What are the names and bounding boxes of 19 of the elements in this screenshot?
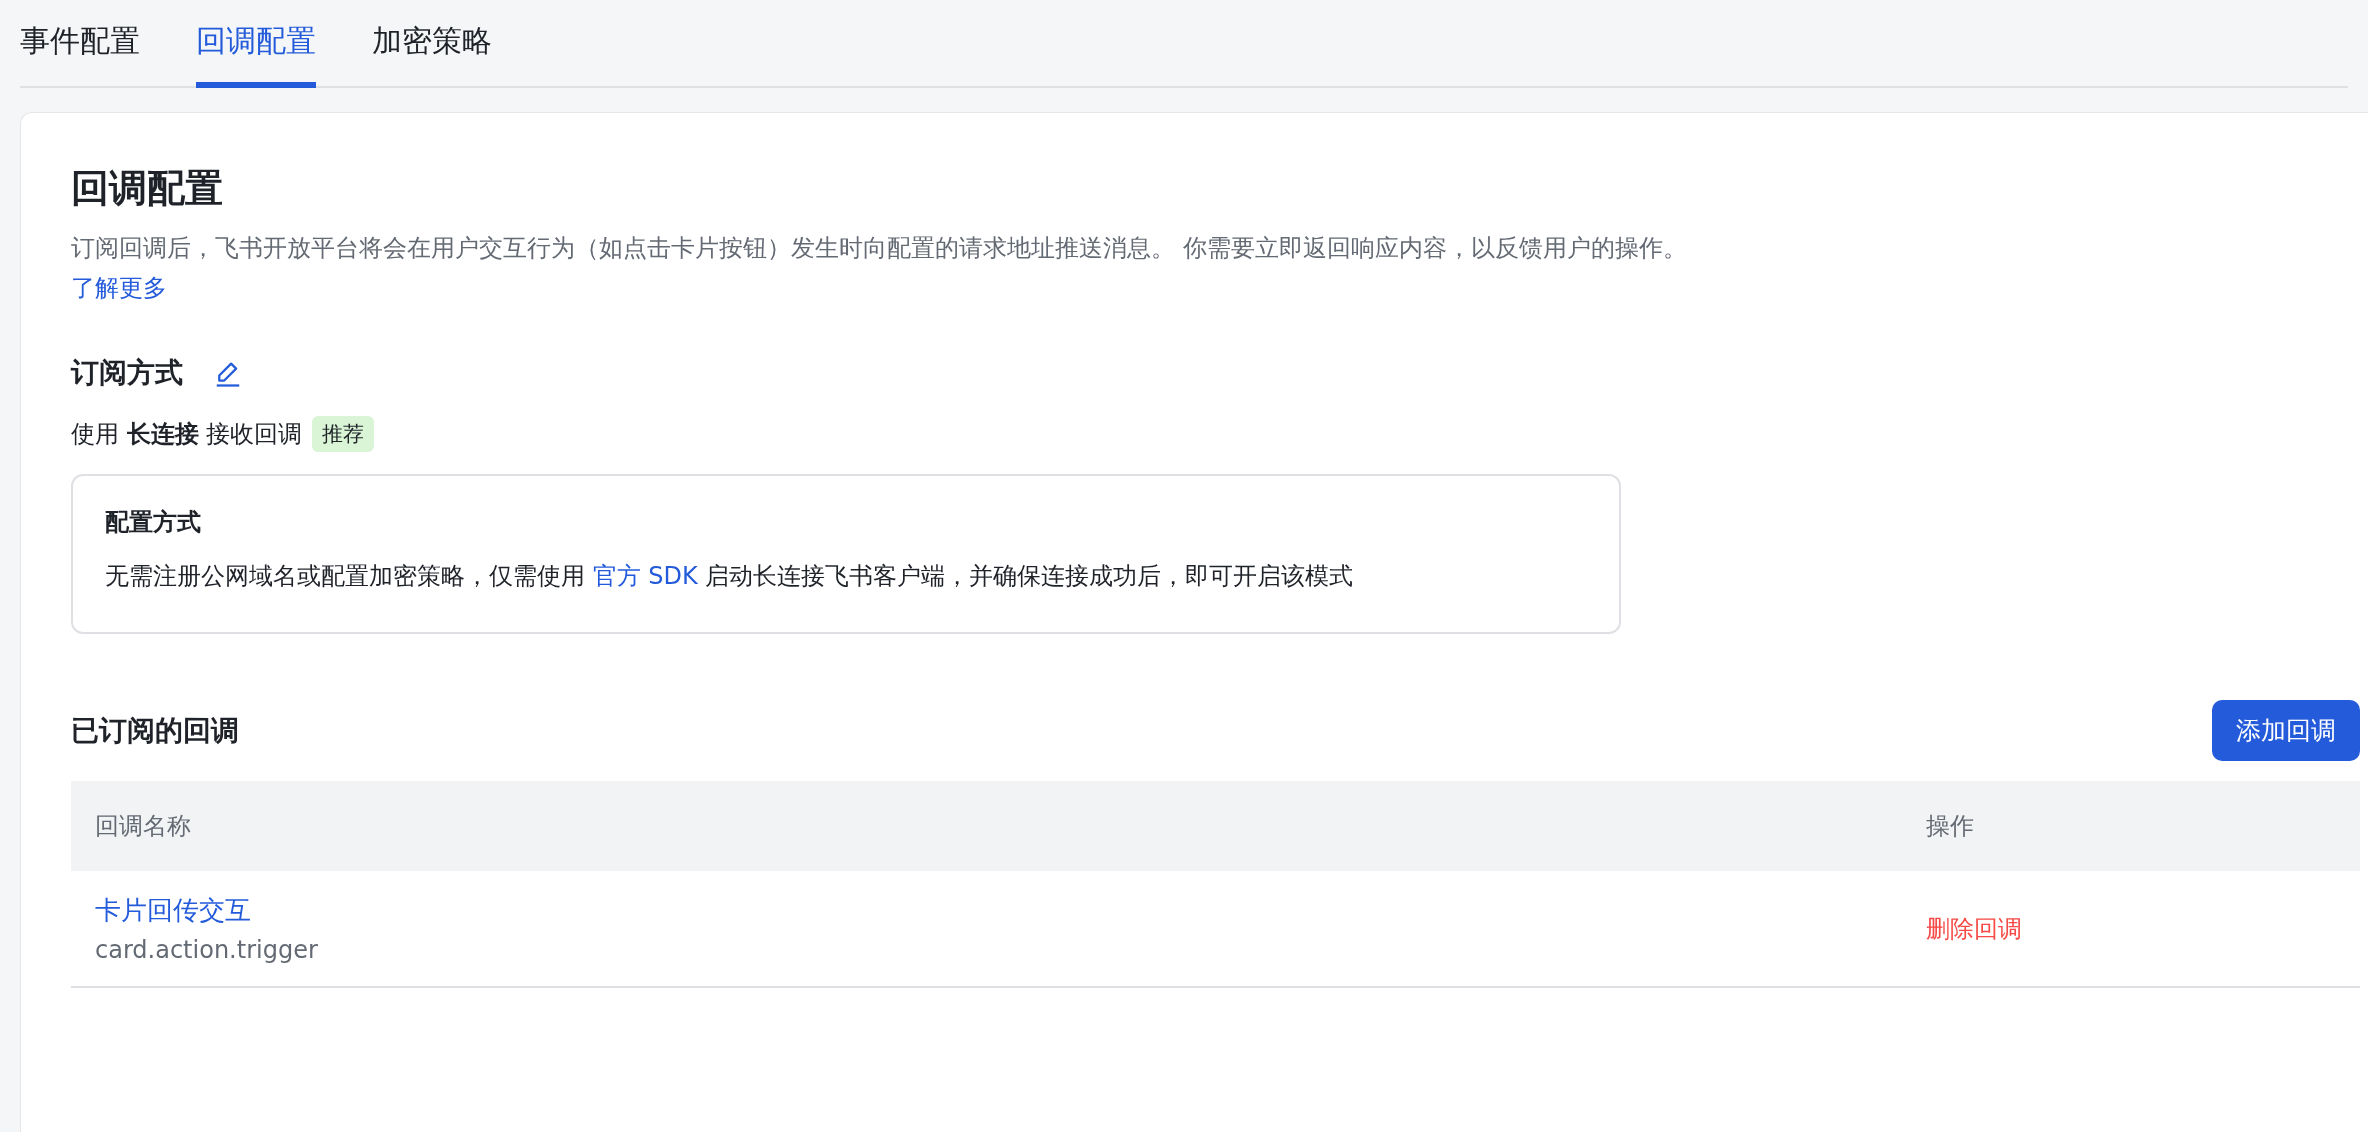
tab[interactable]: 加密策略 [372,0,492,88]
add-callback-button[interactable]: 添加回调 [2212,700,2360,761]
info-title: 配置方式 [105,507,202,538]
callback-name-link[interactable]: 卡片回传交互 [95,893,251,928]
sdk-link[interactable]: 官方 SDK [592,562,698,590]
section-heading: 订阅方式 [71,355,183,391]
section-heading: 已订阅的回调 [71,712,239,749]
tab[interactable]: 事件配置 [20,0,140,88]
event-key-text: card.action.trigger [95,936,319,964]
delete-link[interactable]: 删除回调 [1926,914,2022,943]
column-header: 回调名称 [71,781,1902,871]
description-text: 订阅回调后，飞书开放平台将会在用户交互行为（如点击卡片按钮）发生时向配置的请求地址推送消息。 你需要立即返回响应内容，以反馈用户的操作。 了解更多 [71,233,1688,304]
column-header: 操作 [1902,781,2360,871]
learn-more-link[interactable]: 了解更多 [71,274,167,302]
mode-text: 使用 长连接 接收回调 [71,419,303,450]
info-text: 无需注册公网域名或配置加密策略，仅需使用 官方 SDK 启动长连接飞书客户端，并确保连接成功后，即可开启该模式 [105,561,1355,592]
page-title: 回调配置 [71,165,224,212]
tab[interactable]: 回调配置 [196,0,316,88]
recommended-badge: 推荐 [312,416,375,452]
